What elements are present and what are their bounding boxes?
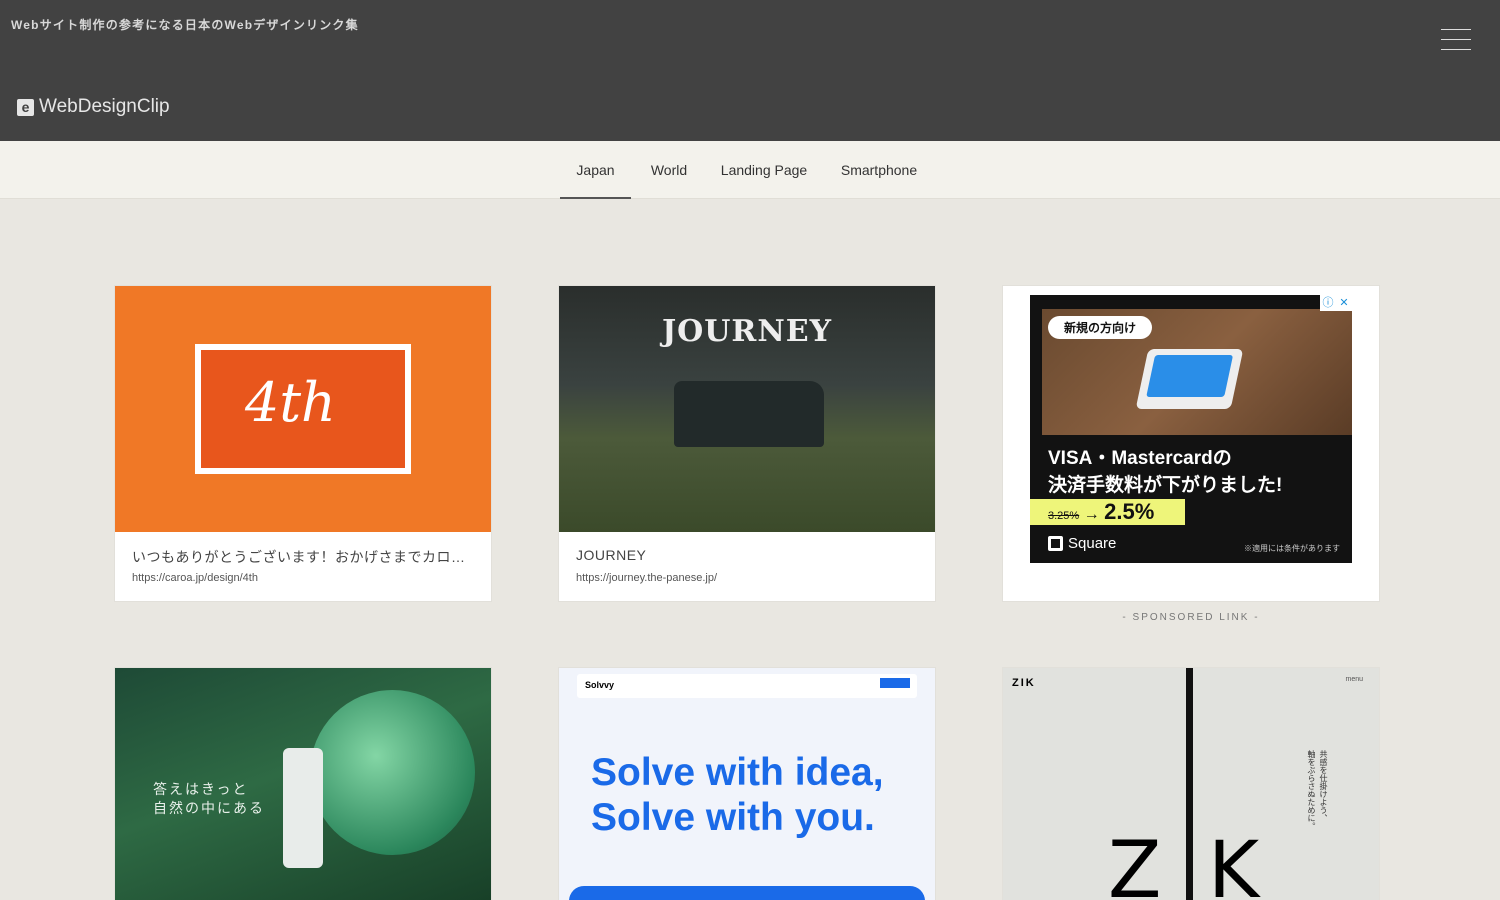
square-icon [1048,536,1063,551]
site-card[interactable]: 答えはきっと 自然の中にある [115,668,491,900]
bottle-image [283,748,323,868]
ad-pill: 新規の方向け [1048,316,1153,339]
divider [1186,668,1193,900]
thumbnail-vertical-text: 共感を仕掛けよう、 軸をぶらさぬために。 [1307,750,1328,830]
site-thumbnail[interactable]: ZIK menu Z K 共感を仕掛けよう、 軸をぶらさぬために。 [1003,668,1379,900]
ad-headline-2: 決済手数料が下がりました! [1048,475,1283,496]
orb-image [310,690,475,855]
tab-smartphone[interactable]: Smartphone [834,141,924,199]
card-url[interactable]: https://journey.the-panese.jp/ [576,572,717,584]
thumbnail-text: Solve with idea, Solve with you. [591,751,884,839]
ad-rate: 3.25% → 2.5% [1030,499,1185,525]
ad-card: 新規の方向け ⓘ ✕ VISA・Mastercardの 決済手数料が下がりました!… [1003,286,1379,601]
site-card[interactable]: JOURNEY JOURNEY https://journey.the-pane… [559,286,935,601]
tab-japan[interactable]: Japan [560,141,631,199]
site-card[interactable]: 4th いつもありがとうございます！おかげさまでカロ… https://caro… [115,286,491,601]
hamburger-icon[interactable] [1441,29,1471,51]
thumbnail-text: JOURNEY [661,314,833,349]
old-rate: 3.25% [1048,510,1080,522]
site-thumbnail[interactable]: JOURNEY [559,286,935,532]
site-thumbnail[interactable]: 答えはきっと 自然の中にある [115,668,491,900]
card-title[interactable]: いつもありがとうございます！おかげさまでカロ… [132,547,466,567]
tab-landing-page[interactable]: Landing Page [714,141,814,199]
logo-mark-icon: e [17,98,34,116]
category-nav: Japan World Landing Page Smartphone [0,141,1500,199]
ad-brand: Square [1068,535,1117,552]
square-ad[interactable]: 新規の方向け ⓘ ✕ VISA・Mastercardの 決済手数料が下がりました!… [1030,295,1352,563]
ad-close-icon[interactable]: ✕ [1336,295,1352,311]
ad-info-icon[interactable]: ⓘ [1320,295,1336,311]
square-logo: Square [1048,535,1116,552]
ad-headline-1: VISA・Mastercardの [1048,448,1232,469]
thumbnail-cta [569,886,925,900]
ad-note: ※適用には条件があります [1244,544,1340,553]
thumbnail-text-2: K [1208,826,1260,900]
bus-image [674,381,824,447]
card-reader-image [1135,349,1244,409]
tab-world[interactable]: World [642,141,696,199]
sponsored-label: - SPONSORED LINK - [1122,612,1260,623]
thumbnail-menu: menu [1345,676,1363,683]
site-card[interactable]: Solvvy Solve with idea, Solve with you. [559,668,935,900]
site-thumbnail[interactable]: 4th [115,286,491,532]
site-header: Webサイト制作の参考になる日本のWebデザインリンク集 e WebDesign… [0,0,1500,141]
thumbnail-text: 答えはきっと 自然の中にある [153,781,265,816]
card-url[interactable]: https://caroa.jp/design/4th [132,572,258,584]
thumbnail-text: Z [1108,826,1162,900]
thumbnail-brand: ZIK [1012,677,1036,689]
thumbnail-button [880,678,910,688]
card-title[interactable]: JOURNEY [576,547,646,563]
new-rate: 2.5% [1104,499,1155,524]
thumbnail-brand: Solvvy [577,674,917,698]
logo-text: WebDesignClip [39,96,170,117]
site-card[interactable]: ZIK menu Z K 共感を仕掛けよう、 軸をぶらさぬために。 [1003,668,1379,900]
site-logo[interactable]: e WebDesignClip [17,96,170,118]
site-tagline: Webサイト制作の参考になる日本のWebデザインリンク集 [11,18,359,32]
site-thumbnail[interactable]: Solvvy Solve with idea, Solve with you. [559,668,935,900]
arrow: → [1083,506,1100,523]
thumbnail-text: 4th [245,371,336,434]
